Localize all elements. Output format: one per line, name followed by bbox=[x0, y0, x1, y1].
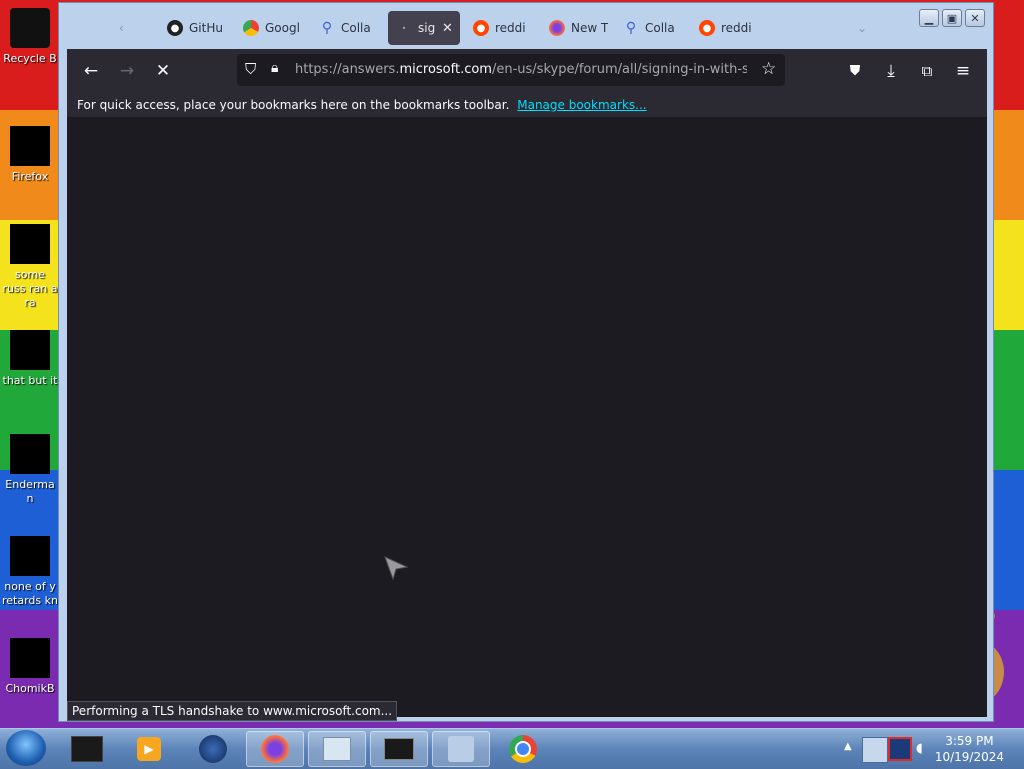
search-icon: ⚲ bbox=[625, 20, 637, 36]
tab-strip: ‹ ● GitHu Googl ⚲ Colla • sig ✕ ● reddi … bbox=[59, 3, 993, 49]
desktop-icon-none-of-y[interactable]: none of y retards kn bbox=[2, 536, 58, 608]
firefox-icon bbox=[261, 735, 289, 763]
tab-label: Googl bbox=[265, 21, 300, 35]
tab-google[interactable]: Googl bbox=[235, 11, 305, 45]
taskbar-app-5[interactable] bbox=[308, 731, 366, 767]
tab-label: reddi bbox=[721, 21, 752, 35]
taskbar: ▶ ▲ ◖ 3:59 PM 10/19/2024 bbox=[0, 728, 1024, 769]
taskbar-chrome[interactable] bbox=[494, 731, 552, 767]
forward-button[interactable]: → bbox=[113, 57, 141, 85]
bookmarks-hint: For quick access, place your bookmarks h… bbox=[77, 98, 510, 112]
tab-github[interactable]: ● GitHu bbox=[159, 11, 229, 45]
taskbar-app-1[interactable] bbox=[58, 731, 116, 767]
taskbar-app-6[interactable] bbox=[370, 731, 428, 767]
bookmark-star-icon[interactable]: ☆ bbox=[761, 59, 776, 79]
file-icon bbox=[10, 434, 50, 474]
window-icon bbox=[323, 737, 351, 761]
desktop-icon-label: that but it bbox=[2, 374, 58, 387]
chrome-icon bbox=[243, 20, 259, 36]
tab-label: reddi bbox=[495, 21, 526, 35]
desktop-icon-label: Firefox bbox=[11, 170, 49, 183]
media-player-icon: ▶ bbox=[137, 737, 161, 761]
manage-bookmarks-link[interactable]: Manage bookmarks... bbox=[517, 98, 646, 112]
url-bar[interactable]: ⛉ 🔒︎ https://answers.microsoft.com/en-us… bbox=[237, 54, 785, 86]
desktop-icon-firefox[interactable]: Firefox bbox=[2, 126, 58, 184]
url-text[interactable]: https://answers.microsoft.com/en-us/skyp… bbox=[295, 62, 747, 77]
desktop-icon-russ[interactable]: some russ ran a ra bbox=[2, 224, 58, 310]
desktop-icon-chomik[interactable]: ChomikB bbox=[2, 638, 58, 696]
browser-window: ‹ ● GitHu Googl ⚲ Colla • sig ✕ ● reddi … bbox=[58, 2, 994, 722]
downloads-icon[interactable]: ⤓ bbox=[877, 57, 905, 85]
tab-label: Colla bbox=[341, 21, 371, 35]
taskbar-app-7[interactable] bbox=[432, 731, 490, 767]
menu-icon[interactable]: ≡ bbox=[949, 57, 977, 85]
maximize-button[interactable]: ▣ bbox=[942, 9, 962, 27]
recycle-bin-icon bbox=[10, 8, 50, 48]
firefox-icon bbox=[549, 20, 565, 36]
taskbar-media-player[interactable]: ▶ bbox=[120, 731, 178, 767]
tab-label: GitHu bbox=[189, 21, 223, 35]
tab-collab-1[interactable]: ⚲ Colla bbox=[311, 11, 381, 45]
desktop-icon-recycle-bin[interactable]: Recycle B bbox=[2, 8, 58, 66]
shield-icon[interactable]: ⛉ bbox=[245, 60, 256, 78]
close-window-button[interactable]: ✕ bbox=[965, 9, 985, 27]
clock-time: 3:59 PM bbox=[945, 734, 994, 748]
tab-reddit-1[interactable]: ● reddi bbox=[465, 11, 535, 45]
mouse-cursor bbox=[383, 555, 409, 585]
reddit-icon: ● bbox=[699, 20, 715, 36]
chrome-icon bbox=[509, 735, 537, 763]
tray-app-icon[interactable] bbox=[888, 737, 912, 761]
desktop-icon-that-but-it[interactable]: that but it bbox=[2, 330, 58, 388]
tab-signing-in[interactable]: • sig ✕ bbox=[388, 11, 460, 45]
volume-icon[interactable]: ◖ bbox=[916, 741, 923, 756]
desktop-icon-label: none of y retards kn bbox=[2, 580, 58, 607]
file-icon bbox=[10, 330, 50, 370]
loading-icon: • bbox=[401, 23, 407, 33]
desktop-icon-label: Enderman bbox=[5, 478, 55, 505]
desktop-icon-label: some russ ran a ra bbox=[2, 268, 58, 309]
tab-new-tab[interactable]: New T bbox=[541, 11, 611, 45]
bookmarks-toolbar: For quick access, place your bookmarks h… bbox=[67, 93, 987, 117]
extensions-icon[interactable]: ⧉ bbox=[913, 57, 941, 85]
file-icon bbox=[10, 638, 50, 678]
disk-icon bbox=[448, 736, 474, 762]
nav-toolbar: ← → ✕ ⛉ 🔒︎ https://answers.microsoft.com… bbox=[67, 49, 987, 93]
lock-icon[interactable]: 🔒︎ bbox=[271, 60, 278, 76]
start-button[interactable] bbox=[6, 730, 46, 766]
tab-label: New T bbox=[571, 21, 609, 35]
firefox-icon bbox=[10, 126, 50, 166]
reddit-icon: ● bbox=[473, 20, 489, 36]
back-button[interactable]: ← bbox=[77, 57, 105, 85]
status-bar: Performing a TLS handshake to www.micros… bbox=[67, 701, 398, 721]
window-icon bbox=[71, 736, 103, 762]
tab-collab-2[interactable]: ⚲ Colla bbox=[615, 11, 685, 45]
clock-date: 10/19/2024 bbox=[934, 750, 1004, 764]
minimize-button[interactable]: ▁ bbox=[919, 9, 939, 27]
globe-icon bbox=[199, 735, 227, 763]
pocket-icon[interactable]: ⛊ bbox=[841, 57, 869, 85]
desktop-icon-label: Recycle B bbox=[3, 52, 57, 65]
tab-label: sig bbox=[418, 21, 436, 35]
tab-label: Colla bbox=[645, 21, 675, 35]
tray-area: ▲ ◖ bbox=[842, 733, 932, 765]
page-content[interactable] bbox=[67, 117, 987, 717]
github-icon: ● bbox=[167, 20, 183, 36]
file-icon bbox=[10, 224, 50, 264]
monitor-icon bbox=[384, 738, 414, 760]
taskbar-clock[interactable]: 3:59 PM 10/19/2024 bbox=[935, 733, 1004, 765]
tab-scroll-left-button[interactable]: ‹ bbox=[111, 11, 131, 45]
close-tab-icon[interactable]: ✕ bbox=[442, 21, 453, 36]
taskbar-app-3[interactable] bbox=[184, 731, 242, 767]
show-hidden-icons-icon[interactable]: ▲ bbox=[844, 741, 852, 752]
file-icon bbox=[10, 536, 50, 576]
tab-reddit-2[interactable]: ● reddi bbox=[691, 11, 761, 45]
tray-app-icon[interactable] bbox=[862, 737, 888, 763]
desktop-icon-enderman[interactable]: Enderman bbox=[2, 434, 58, 506]
taskbar-firefox[interactable] bbox=[246, 731, 304, 767]
search-icon: ⚲ bbox=[321, 20, 333, 36]
stop-button[interactable]: ✕ bbox=[149, 57, 177, 85]
list-all-tabs-button[interactable]: ⌄ bbox=[849, 11, 869, 45]
desktop-icon-label: ChomikB bbox=[5, 682, 55, 695]
